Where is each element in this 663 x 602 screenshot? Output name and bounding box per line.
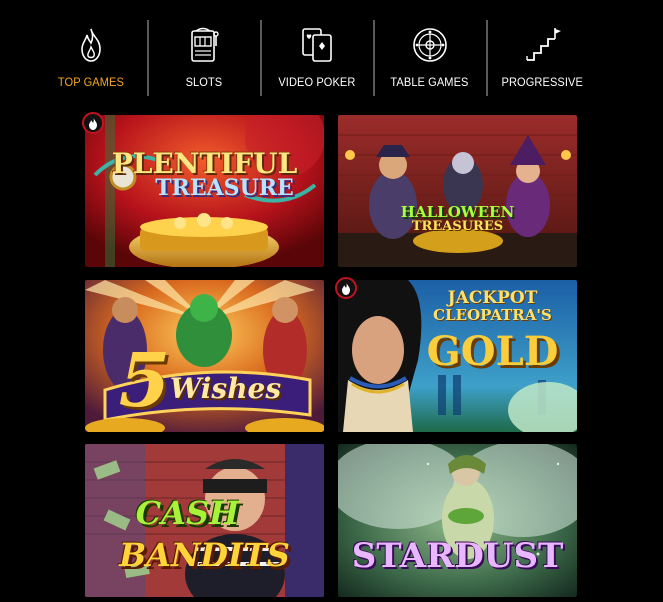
game-art — [338, 115, 577, 267]
tab-slots[interactable]: SLOTS — [147, 16, 260, 96]
game-tile-stardust[interactable]: STARDUST — [338, 444, 577, 597]
game-subtitle: Wishes — [169, 372, 282, 405]
tab-label: TABLE GAMES — [390, 75, 469, 89]
tab-label: PROGRESSIVE — [501, 75, 584, 89]
hot-game-badge — [82, 112, 104, 134]
flame-icon — [71, 25, 111, 65]
game-title: CASH — [135, 494, 240, 532]
game-tile-plentiful-treasure[interactable]: PLENTIFUL TREASURE — [85, 115, 324, 267]
game-title: JACKPOT — [447, 288, 538, 308]
tab-label: VIDEO POKER — [277, 75, 356, 89]
playing-cards-icon — [297, 25, 337, 65]
game-tile-cash-bandits[interactable]: CASH BANDITS — [85, 444, 324, 597]
game-subtitle: BANDITS — [119, 536, 290, 574]
game-tile-5-wishes[interactable]: 5 Wishes — [85, 280, 324, 432]
slot-machine-icon — [184, 25, 224, 65]
flame-icon — [89, 116, 97, 130]
game-tagline: GOLD — [426, 328, 559, 375]
game-subtitle: TREASURE — [155, 175, 294, 201]
game-subtitle: TREASURES — [411, 219, 504, 234]
roulette-wheel-icon — [410, 25, 450, 65]
tab-video-poker[interactable]: VIDEO POKER — [260, 16, 373, 96]
tab-label: SLOTS — [185, 75, 222, 89]
game-category-nav: TOP GAMES SLOTS VIDEO POKER TABLE GAMES … — [34, 16, 602, 96]
hot-game-badge — [335, 277, 357, 299]
tab-progressive[interactable]: PROGRESSIVE — [486, 16, 599, 96]
game-title: STARDUST — [351, 536, 564, 576]
tab-table-games[interactable]: TABLE GAMES — [373, 16, 486, 96]
tab-top-games[interactable]: TOP GAMES — [34, 16, 147, 96]
tab-label: TOP GAMES — [57, 75, 124, 89]
game-tile-halloween-treasures[interactable]: HALLOWEEN TREASURES — [338, 115, 577, 267]
flame-icon — [342, 281, 350, 295]
game-tile-jackpot-cleopatras-gold[interactable]: JACKPOT CLEOPATRA'S GOLD — [338, 280, 577, 432]
stairs-flag-icon — [523, 25, 563, 65]
game-subtitle: CLEOPATRA'S — [433, 306, 552, 324]
